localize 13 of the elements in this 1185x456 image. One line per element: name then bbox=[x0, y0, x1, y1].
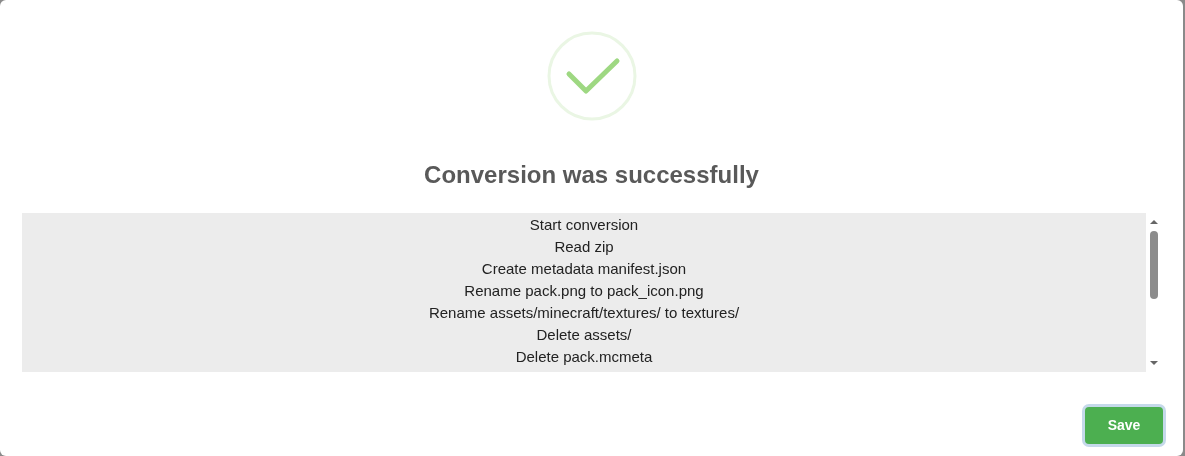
log-line: Rename pack.png to pack_icon.png bbox=[464, 281, 704, 301]
log-line: Rename assets/minecraft/textures/ to textures/ bbox=[428, 303, 740, 323]
save-button[interactable]: Save bbox=[1085, 407, 1163, 444]
scroll-up-icon[interactable] bbox=[1150, 218, 1158, 226]
log-line: Delete assets/ bbox=[536, 325, 632, 345]
scroll-down-icon[interactable] bbox=[1150, 359, 1158, 367]
log-line: Start conversion bbox=[529, 215, 639, 235]
scroll-thumb[interactable] bbox=[1150, 231, 1158, 299]
checkmark-icon bbox=[546, 31, 637, 121]
log-line: Read zip bbox=[554, 237, 614, 257]
log-line: Create metadata manifest.json bbox=[481, 259, 687, 279]
log-line: Delete pack.mcmeta bbox=[515, 347, 653, 367]
dialog-title: Conversion was successfully bbox=[424, 160, 759, 190]
